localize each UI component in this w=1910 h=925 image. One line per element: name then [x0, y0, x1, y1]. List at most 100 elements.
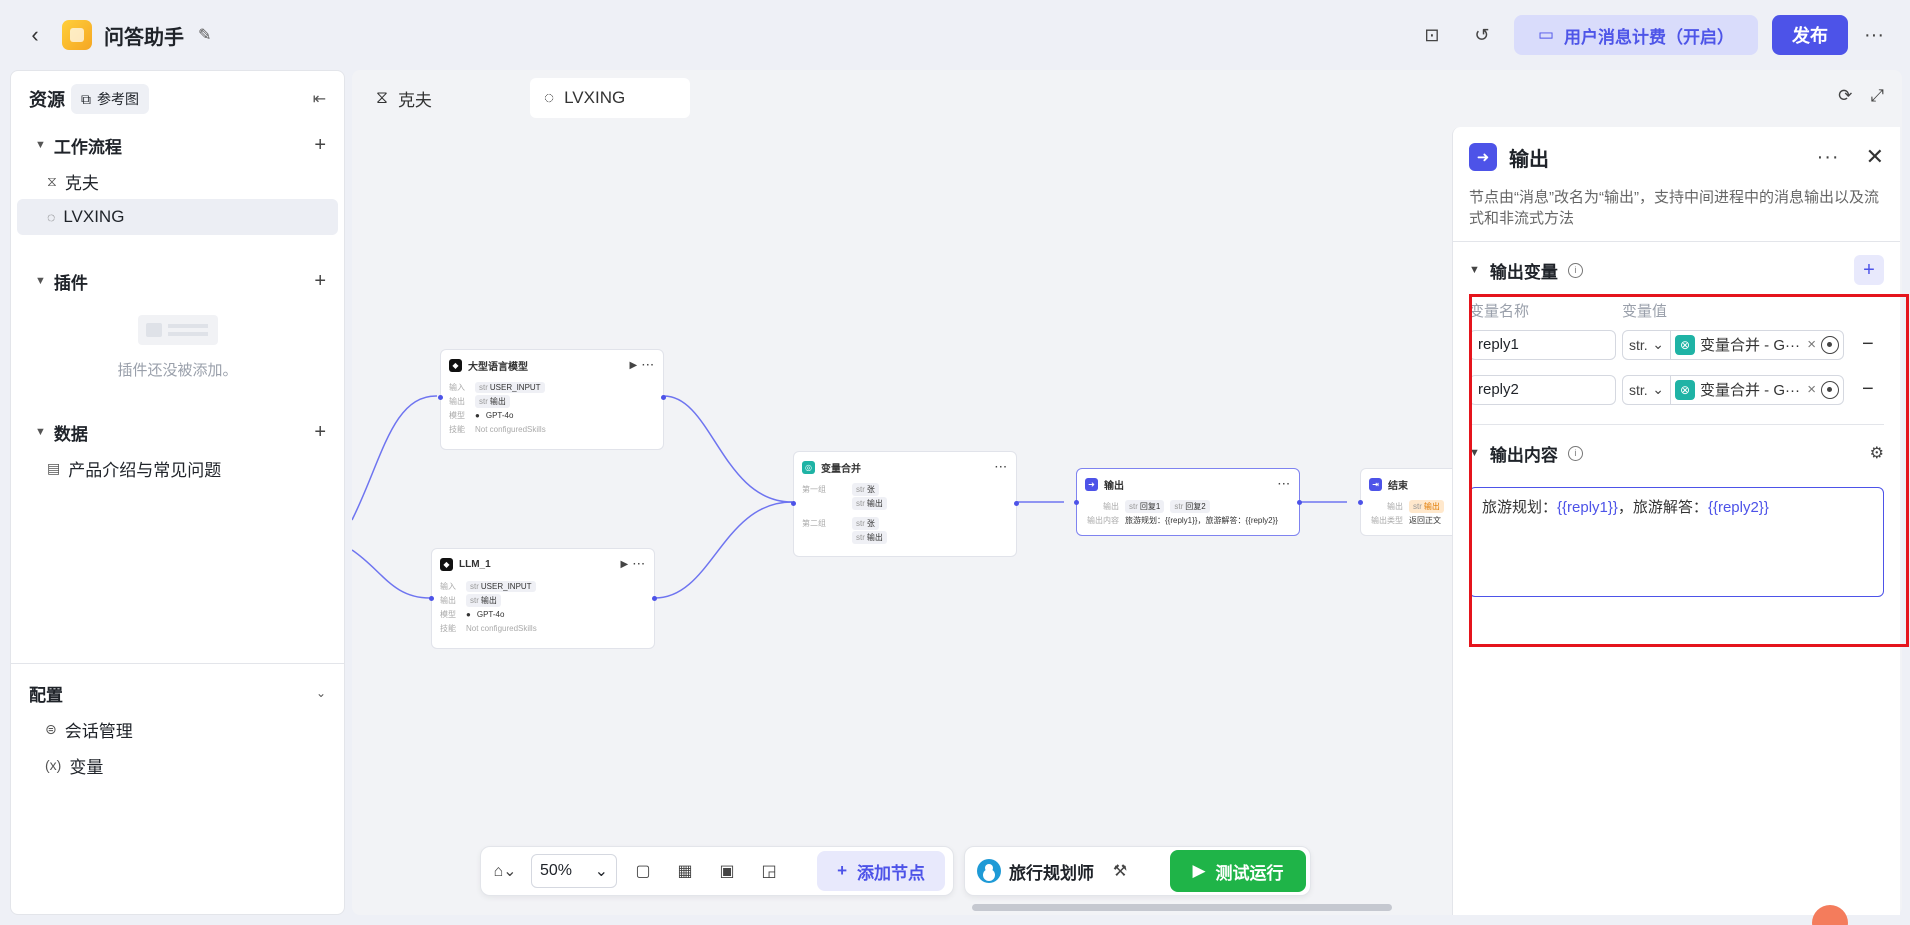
chevron-down-icon: ▼	[35, 426, 46, 438]
output-port[interactable]	[1297, 500, 1302, 505]
back-arrow-icon[interactable]: ‹	[24, 22, 46, 47]
row-key: 输入	[440, 581, 456, 591]
tag-value: 输出	[866, 498, 883, 508]
plugin-header[interactable]: ▼ 插件 +	[29, 263, 326, 299]
output-port[interactable]	[1014, 501, 1019, 506]
var-tag: str 回复2	[1170, 499, 1210, 513]
node-output[interactable]: ➜ 输出 ··· 输出 str 回复1 str 回复2 输出内容 旅游规划：{{reply…	[1074, 468, 1302, 536]
plugin-section: ▼ 插件 + 插件还没被添加。	[11, 263, 344, 400]
node-run-more-icon[interactable]: ▶ ···	[630, 360, 655, 371]
type-tag: str	[1174, 501, 1184, 511]
collapse-sidebar-icon[interactable]: ⇤	[313, 89, 326, 109]
row-key: 输出	[440, 595, 456, 605]
add-node-label: 添加节点	[857, 863, 925, 883]
tag-value: 回复1	[1139, 501, 1161, 511]
sidebar-item-label: 克夫	[64, 173, 99, 193]
history-icon[interactable]: ↺	[1464, 17, 1500, 53]
node-row: 输出 str 输出	[440, 593, 646, 607]
node-header: ◆ LLM_1 ▶ ···	[440, 555, 646, 573]
sidebar-item-variable[interactable]: (x) 变量	[17, 747, 338, 783]
empty-illustration	[137, 315, 218, 345]
add-data-icon[interactable]: +	[314, 421, 326, 444]
row-key: 输出	[1387, 501, 1403, 511]
type-value: 返回正文	[1409, 515, 1441, 525]
reference-label: 参考图	[97, 91, 139, 107]
add-variable-button[interactable]: +	[1854, 255, 1884, 285]
chevron-down-icon[interactable]: ⌄	[316, 686, 326, 700]
mouse-mode-icon[interactable]: ⌂⌄	[489, 861, 521, 881]
var-tag: str USER_INPUT	[475, 381, 545, 393]
image-icon[interactable]: ▣	[711, 861, 743, 881]
horizontal-scrollbar[interactable]	[972, 904, 1392, 911]
row-key: 模型	[440, 609, 456, 619]
node-more-icon[interactable]: ···	[995, 462, 1008, 473]
output-port[interactable]	[661, 395, 666, 400]
sidebar-item-product-faq[interactable]: ▤ 产品介绍与常见问题	[17, 450, 338, 486]
chevron-down-icon: ▼	[35, 275, 46, 287]
play-icon: ▶	[1192, 861, 1206, 880]
output-vars-header[interactable]: ▼ 输出变量 i +	[1469, 242, 1884, 298]
zoom-select[interactable]: 50% ⌄	[531, 854, 617, 888]
output-port[interactable]	[652, 596, 657, 601]
node-llm-big[interactable]: ◆ 大型语言模型 ▶ ··· 输入 str USER_INPUT 输出 str 输出 模…	[438, 349, 666, 450]
config-header[interactable]: 配置 ⌄	[29, 675, 326, 711]
plugin-empty-text: 插件还没被添加。	[117, 362, 238, 379]
resource-sidebar: 资源 ⧉ 参考图 ⇤ ▼ 工作流程 + ⧖ 克夫 ◌ LVXING ▼ 插件 +…	[10, 70, 345, 915]
wrench-icon[interactable]: ⚒	[1104, 861, 1136, 881]
node-more-icon[interactable]: ···	[1278, 479, 1291, 490]
more-icon[interactable]: ···	[1862, 24, 1886, 47]
row-key: 模型	[449, 410, 465, 420]
workflow-title: 工作流程	[53, 137, 122, 157]
persona-name: 旅行规划师	[1009, 863, 1094, 883]
data-header[interactable]: ▼ 数据 +	[29, 414, 326, 450]
node-variable-merge[interactable]: ◎ 变量合并 ··· 第一组 str 张 str 输出 第二组 str 张 str 输出	[791, 451, 1019, 557]
add-plugin-icon[interactable]: +	[314, 270, 326, 293]
zoom-value: 50%	[540, 862, 573, 879]
persona-selector[interactable]: 旅行规划师	[977, 859, 1094, 884]
input-port[interactable]	[429, 596, 434, 601]
panel-title: 输出	[1509, 148, 1549, 171]
output-icon: ➜	[1085, 477, 1098, 491]
comment-icon[interactable]: ▢	[627, 861, 659, 881]
tag-value: USER_INPUT	[489, 382, 541, 392]
billing-button[interactable]: ▭ 用户消息计费（开启）	[1513, 15, 1758, 55]
workflow-section: ▼ 工作流程 + ⧖ 克夫 ◌ LVXING	[11, 127, 344, 235]
node-title: 大型语言模型	[468, 361, 528, 373]
var-tag: str 回复1	[1125, 499, 1165, 513]
var-tag: str 张	[852, 482, 879, 496]
node-title: 变量合并	[821, 463, 861, 475]
tag-value: 回复2	[1185, 501, 1206, 511]
add-node-button[interactable]: + 添加节点	[817, 851, 945, 891]
node-llm-1[interactable]: ◆ LLM_1 ▶ ··· 输入 str USER_INPUT 输出 str 输出 模型…	[429, 548, 657, 649]
node-header: ➜ 输出 ···	[1085, 475, 1291, 493]
test-run-button[interactable]: ▶ 测试运行	[1170, 850, 1306, 892]
input-port[interactable]	[1358, 500, 1363, 505]
wire	[352, 549, 431, 599]
archive-icon[interactable]: ⊡	[1414, 17, 1450, 53]
var-tag: str USER_INPUT	[466, 580, 536, 592]
node-row: 技能 Not configuredSkills	[449, 422, 655, 436]
input-port[interactable]	[791, 501, 796, 506]
input-port[interactable]	[438, 395, 443, 400]
edit-icon[interactable]: ✎	[198, 25, 211, 45]
publish-button[interactable]: 发布	[1772, 15, 1848, 55]
node-row: 输出 str 回复1 str 回复2	[1085, 499, 1291, 513]
reference-chip[interactable]: ⧉ 参考图	[71, 84, 149, 114]
add-workflow-icon[interactable]: +	[314, 134, 326, 157]
node-row: str 输出	[802, 530, 1008, 544]
node-run-more-icon[interactable]: ▶ ···	[621, 559, 646, 570]
close-icon[interactable]: ✕	[1866, 144, 1884, 170]
plus-icon: +	[837, 861, 847, 880]
layout-icon[interactable]: ▦	[669, 861, 701, 881]
workflow-header[interactable]: ▼ 工作流程 +	[29, 127, 326, 163]
more-icon[interactable]: ···	[1817, 146, 1840, 169]
sidebar-item-kefu[interactable]: ⧖ 克夫	[17, 163, 338, 199]
info-icon[interactable]: i	[1567, 262, 1583, 278]
copy-icon: ⧉	[81, 90, 91, 107]
config-title: 配置	[29, 685, 63, 705]
input-port[interactable]	[1074, 500, 1079, 505]
minimap-icon[interactable]: ◲	[753, 861, 785, 881]
node-row: 技能 Not configuredSkills	[440, 621, 646, 635]
sidebar-item-lvxing[interactable]: ◌ LVXING	[17, 199, 338, 235]
sidebar-item-session[interactable]: ⊜ 会话管理	[17, 711, 338, 747]
